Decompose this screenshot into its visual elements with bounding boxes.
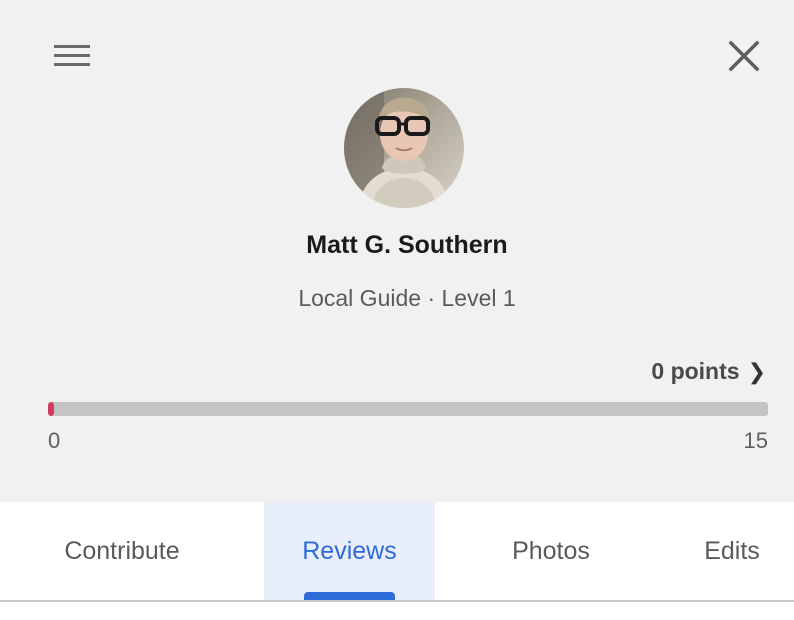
tab-bar: Contribute Reviews Photos Edits <box>0 502 794 602</box>
profile-header: Matt G. Southern Local Guide · Level 1 0… <box>0 0 794 502</box>
tab-label: Edits <box>704 536 760 565</box>
profile-name: Matt G. Southern <box>306 231 508 259</box>
points-link[interactable]: 0 points ❯ <box>651 358 766 385</box>
chevron-right-icon: ❯ <box>747 358 766 384</box>
avatar[interactable] <box>344 88 464 208</box>
points-progress-bar <box>48 402 768 416</box>
tab-edits[interactable]: Edits <box>664 502 794 600</box>
content-area <box>0 602 794 620</box>
tab-photos[interactable]: Photos <box>468 502 634 600</box>
guide-level: Local Guide · Level 1 <box>298 285 516 311</box>
progress-fill <box>48 402 54 416</box>
tab-label: Reviews <box>302 536 397 565</box>
menu-icon[interactable] <box>52 42 92 70</box>
active-tab-indicator <box>304 592 395 600</box>
close-icon[interactable] <box>726 38 762 74</box>
tab-label: Photos <box>512 536 590 565</box>
profile-photo-icon <box>344 88 464 208</box>
progress-max-label: 15 <box>743 428 768 453</box>
tab-label: Contribute <box>64 536 180 565</box>
progress-min-label: 0 <box>48 428 61 453</box>
tab-contribute[interactable]: Contribute <box>0 502 244 600</box>
tab-reviews[interactable]: Reviews <box>264 502 435 600</box>
points-label: 0 points <box>651 358 740 384</box>
